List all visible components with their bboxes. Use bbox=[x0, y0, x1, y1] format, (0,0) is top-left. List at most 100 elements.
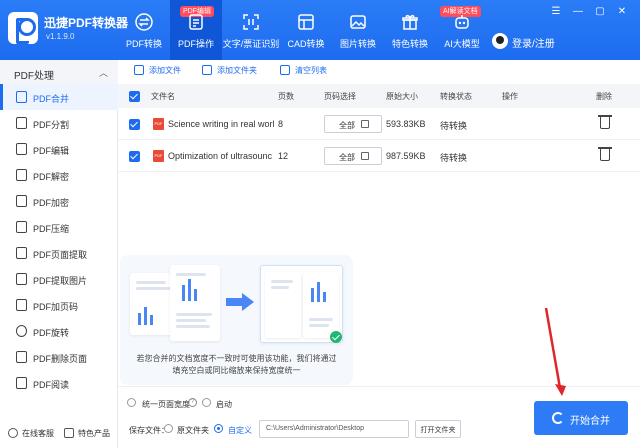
clear-list-button[interactable]: 清空列表 bbox=[280, 65, 327, 79]
sidebar-item-label: PDF压缩 bbox=[33, 224, 70, 234]
row-checkbox[interactable] bbox=[129, 119, 140, 130]
nav-special[interactable]: 特色转换 bbox=[384, 0, 436, 60]
col-status: 转换状态 bbox=[440, 92, 472, 101]
page-number-icon bbox=[16, 299, 27, 311]
start-merge-button[interactable]: 开始合并 bbox=[534, 401, 628, 435]
sidebar-item-rotate[interactable]: PDF旋转 bbox=[0, 318, 118, 344]
login-button[interactable]: 登录/注册 bbox=[492, 30, 566, 50]
file-status: 待转换 bbox=[440, 121, 468, 131]
sidebar-item-extract-images[interactable]: PDF提取图片 bbox=[0, 266, 118, 292]
window-controls: ☰ — ▢ ✕ bbox=[550, 6, 630, 20]
custom-folder-label: 自定义 bbox=[228, 426, 252, 435]
col-size: 原始大小 bbox=[386, 92, 418, 101]
delete-pages-icon bbox=[16, 351, 27, 363]
select-all-checkbox[interactable] bbox=[129, 91, 140, 102]
page-range-value: 全部 bbox=[339, 121, 355, 130]
cad-icon bbox=[296, 12, 316, 32]
row-checkbox[interactable] bbox=[129, 151, 140, 162]
split-icon bbox=[16, 117, 27, 129]
featured-products-link[interactable]: 特色产品 bbox=[78, 428, 110, 439]
add-folder-button[interactable]: 添加文件夹 bbox=[202, 65, 257, 79]
sidebar-item-encrypt[interactable]: PDF加密 bbox=[0, 188, 118, 214]
sidebar-item-compress[interactable]: PDF压缩 bbox=[0, 214, 118, 240]
sidebar-item-page-numbers[interactable]: PDF加页码 bbox=[0, 292, 118, 318]
file-toolbar: 添加文件 添加文件夹 清空列表 bbox=[118, 60, 640, 84]
file-pages: 8 bbox=[278, 119, 284, 129]
sidebar-item-label: PDF阅读 bbox=[33, 380, 70, 390]
unify-width-radio[interactable] bbox=[127, 398, 136, 407]
tip-text: 若您合并的文档宽度不一致时可使用该功能，我们将通过 填充空白或同比缩放来保持宽度… bbox=[120, 353, 353, 377]
table-row[interactable]: Optimization of ultrasounc 12 全部 987.59K… bbox=[118, 140, 640, 172]
table-row[interactable]: Science writing in real worl 8 全部 593.83… bbox=[118, 108, 640, 140]
minimize-icon[interactable]: — bbox=[572, 6, 584, 18]
pdf-ops-icon bbox=[186, 12, 206, 32]
clear-list-icon bbox=[280, 65, 290, 75]
login-label: 登录/注册 bbox=[512, 39, 555, 50]
nav-ocr[interactable]: 文字/票证识别 bbox=[222, 0, 280, 60]
nav-pdf-ops[interactable]: PDF编辑 PDF操作 bbox=[170, 0, 222, 60]
merged-doc-illustration bbox=[260, 265, 343, 343]
title-bar: 迅捷PDF转换器 v1.1.9.0 PDF转换 PDF编辑 PDF操作 文字/票… bbox=[0, 0, 640, 60]
add-folder-label: 添加文件夹 bbox=[217, 66, 257, 75]
edit-icon bbox=[361, 152, 369, 160]
save-location-label: 保存文件： bbox=[129, 426, 169, 435]
lock-icon bbox=[16, 195, 27, 207]
sidebar-item-split[interactable]: PDF分割 bbox=[0, 110, 118, 136]
save-path-input[interactable]: C:\Users\Administrator\Desktop bbox=[259, 420, 409, 438]
nav-pdf-convert[interactable]: PDF转换 bbox=[118, 0, 170, 60]
tip-line: 填充空白或同比缩放来保持宽度统一 bbox=[172, 366, 301, 375]
sidebar-item-edit[interactable]: PDF编辑 bbox=[0, 136, 118, 162]
custom-folder-radio[interactable] bbox=[214, 424, 223, 433]
nav-cad[interactable]: CAD转换 bbox=[280, 0, 332, 60]
compress-icon bbox=[16, 221, 27, 233]
app-brand: 迅捷PDF转换器 v1.1.9.0 bbox=[8, 10, 128, 50]
add-file-button[interactable]: 添加文件 bbox=[134, 65, 181, 79]
maximize-icon[interactable]: ▢ bbox=[594, 6, 606, 18]
page-range-button[interactable]: 全部 bbox=[324, 147, 382, 165]
robot-icon bbox=[452, 12, 472, 32]
merge-icon bbox=[16, 91, 27, 103]
close-icon[interactable]: ✕ bbox=[616, 6, 628, 18]
add-file-icon bbox=[134, 65, 144, 75]
rotate-icon bbox=[16, 325, 27, 337]
sidebar-item-label: PDF删除页面 bbox=[33, 354, 88, 364]
trash-icon[interactable] bbox=[598, 115, 612, 129]
sidebar-item-delete-pages[interactable]: PDF删除页面 bbox=[0, 344, 118, 370]
nav-image[interactable]: 图片转换 bbox=[332, 0, 384, 60]
sidebar-item-extract-pages[interactable]: PDF页面提取 bbox=[0, 240, 118, 266]
sidebar-item-label: PDF合并 bbox=[33, 94, 70, 104]
width-tip-card: 若您合并的文档宽度不一致时可使用该功能，我们将通过 填充空白或同比缩放来保持宽度… bbox=[120, 255, 353, 385]
help-icon[interactable]: ? bbox=[188, 398, 197, 407]
open-folder-button[interactable]: 打开文件夹 bbox=[415, 420, 461, 438]
image-icon bbox=[348, 12, 368, 32]
menu-icon[interactable]: ☰ bbox=[550, 6, 562, 18]
enable-radio[interactable] bbox=[202, 398, 211, 407]
clear-list-label: 清空列表 bbox=[295, 66, 327, 75]
ocr-icon bbox=[241, 12, 261, 32]
sidebar-item-label: PDF页面提取 bbox=[33, 250, 88, 260]
sidebar: PDF处理 ︿ PDF合并 PDF分割 PDF编辑 PDF解密 PDF加密 PD… bbox=[0, 60, 118, 448]
sidebar-item-reader[interactable]: PDF阅读 bbox=[0, 370, 118, 396]
sidebar-item-label: PDF加页码 bbox=[33, 302, 79, 312]
sidebar-item-merge[interactable]: PDF合并 bbox=[0, 84, 118, 110]
nav-ai[interactable]: AI解读文档 AI大模型 bbox=[436, 0, 488, 60]
page-range-button[interactable]: 全部 bbox=[324, 115, 382, 133]
sidebar-item-label: PDF编辑 bbox=[33, 146, 70, 156]
trash-icon[interactable] bbox=[598, 147, 612, 161]
sidebar-item-decrypt[interactable]: PDF解密 bbox=[0, 162, 118, 188]
original-folder-label: 原文件夹 bbox=[177, 426, 209, 435]
add-folder-icon bbox=[202, 65, 212, 75]
unlock-icon bbox=[16, 169, 27, 181]
app-name: 迅捷PDF转换器 bbox=[44, 16, 129, 30]
file-pages: 12 bbox=[278, 151, 289, 161]
unify-width-label: 统一页面宽度 bbox=[142, 400, 190, 409]
swap-icon bbox=[134, 12, 154, 32]
sidebar-header[interactable]: PDF处理 ︿ bbox=[0, 60, 118, 84]
original-folder-radio[interactable] bbox=[164, 424, 173, 433]
sidebar-item-label: PDF分割 bbox=[33, 120, 70, 130]
sidebar-item-label: PDF旋转 bbox=[33, 328, 70, 338]
col-delete: 删除 bbox=[596, 92, 612, 101]
online-support-link[interactable]: 在线客服 bbox=[22, 428, 54, 439]
page-range-value: 全部 bbox=[339, 153, 355, 162]
doc-illustration bbox=[170, 265, 220, 341]
